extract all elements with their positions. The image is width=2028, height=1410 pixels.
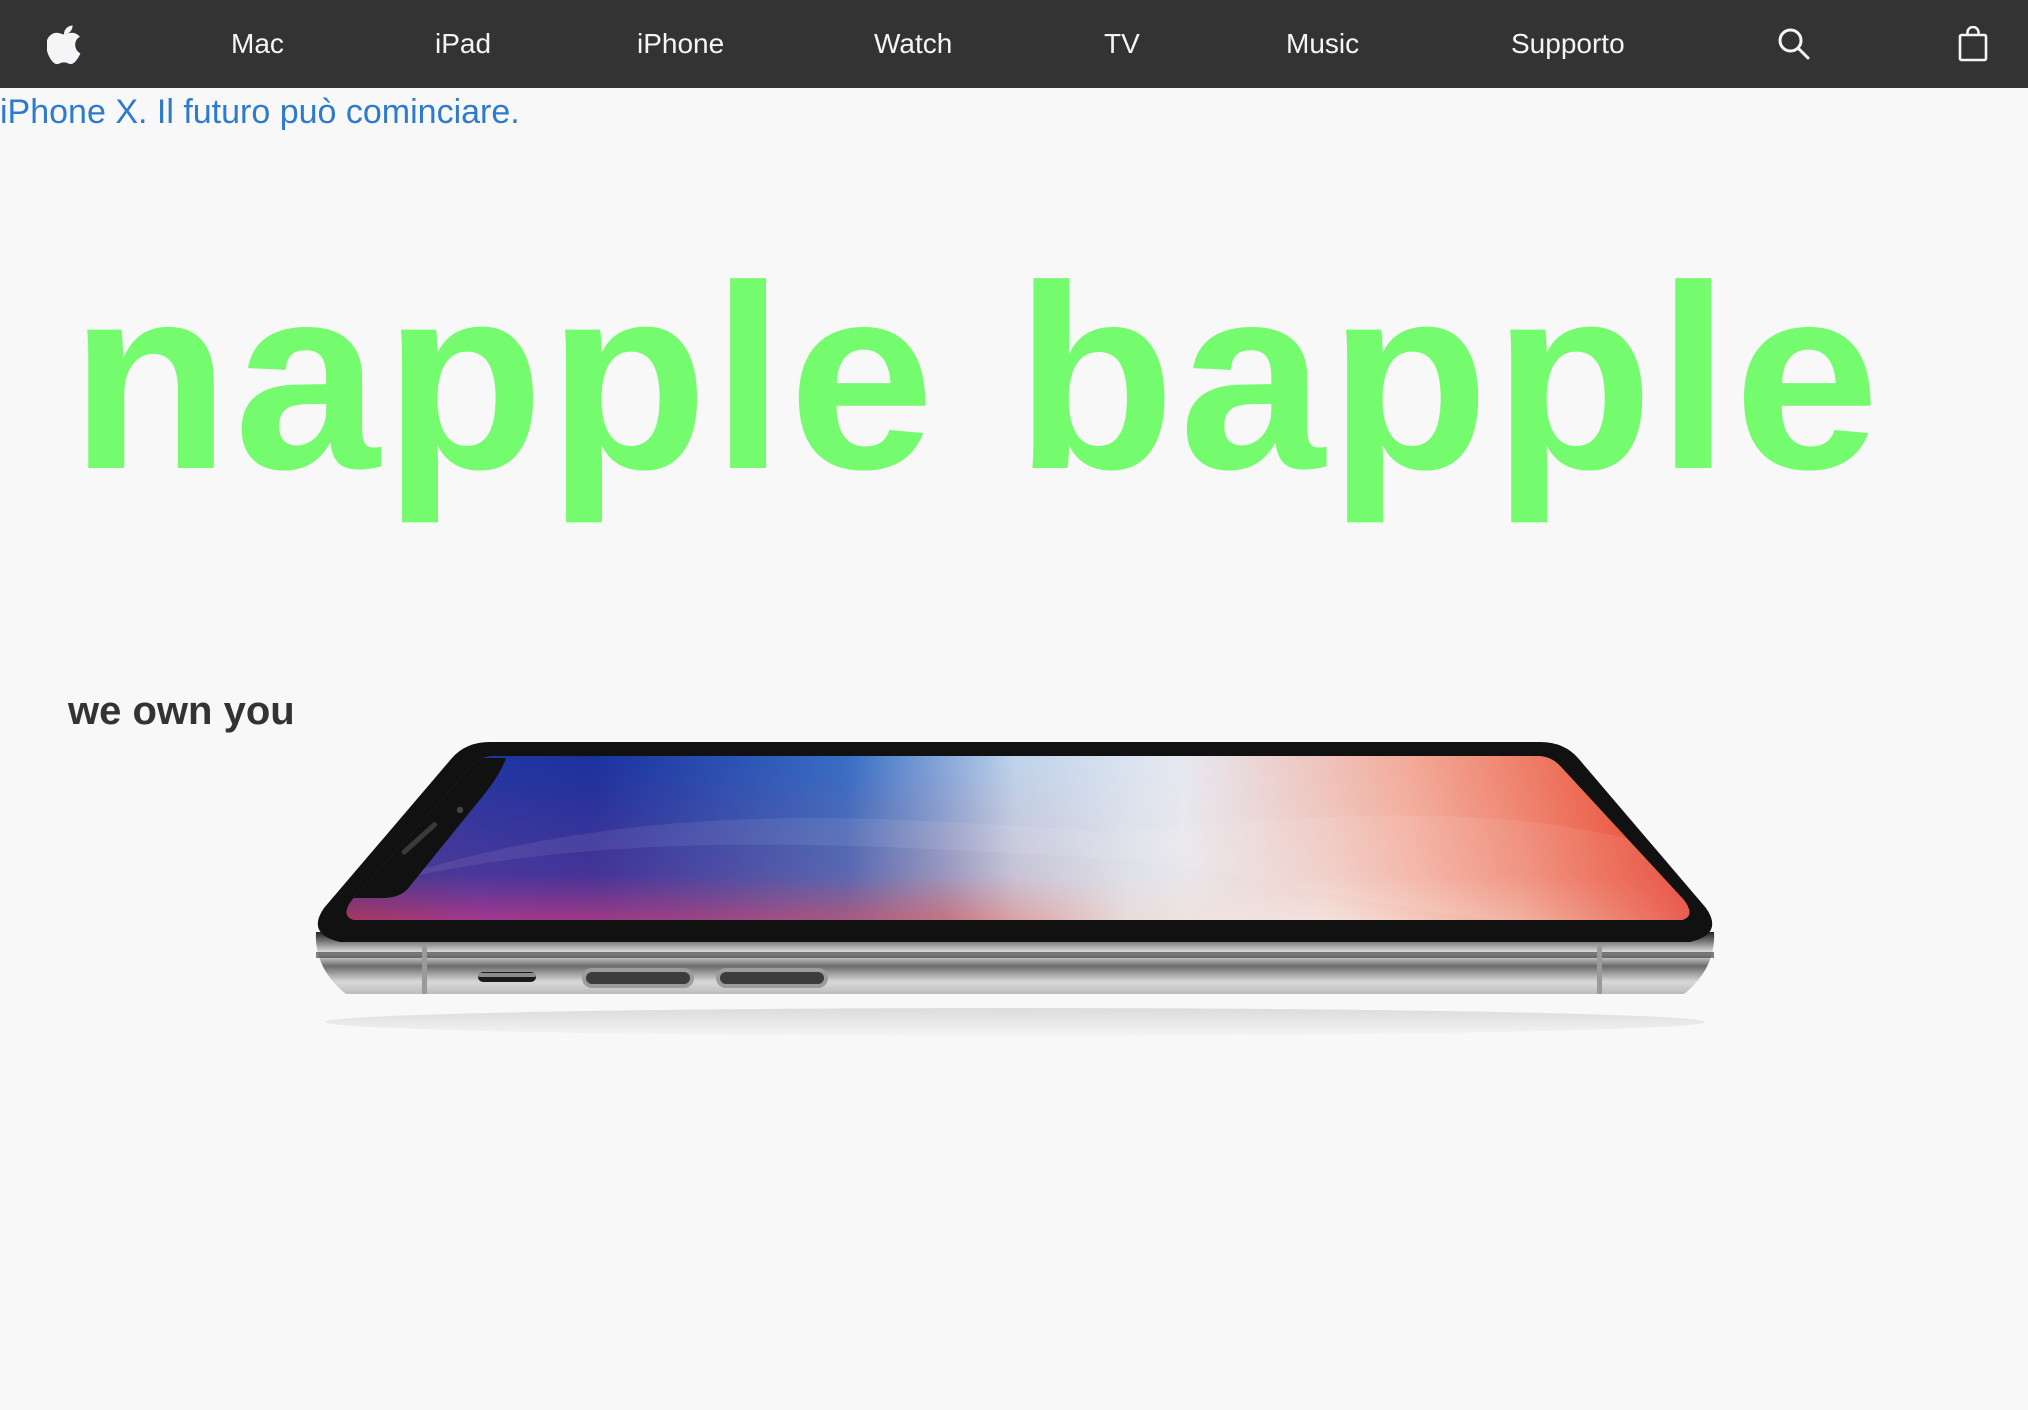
nav-item-watch[interactable]: Watch: [874, 0, 952, 88]
nav-item-tv[interactable]: TV: [1104, 0, 1140, 88]
nav-item-music[interactable]: Music: [1286, 0, 1359, 88]
nav-item-mac[interactable]: Mac: [231, 0, 284, 88]
search-icon[interactable]: [1776, 0, 1812, 88]
iphone-x-product-image: [310, 736, 1720, 1046]
apple-logo-icon[interactable]: [40, 0, 90, 88]
nav-item-ipad[interactable]: iPad: [435, 0, 491, 88]
iphone-x-promo-link[interactable]: iPhone X. Il futuro può cominciare.: [0, 90, 520, 134]
nav-item-supporto[interactable]: Supporto: [1511, 0, 1625, 88]
global-nav: Mac iPad iPhone Watch TV Music Supporto: [0, 0, 2028, 88]
hero-title: napple bapple: [70, 231, 1884, 524]
nav-item-iphone[interactable]: iPhone: [637, 0, 724, 88]
hero-tagline: we own you: [68, 689, 295, 733]
shopping-bag-icon[interactable]: [1955, 0, 1991, 88]
